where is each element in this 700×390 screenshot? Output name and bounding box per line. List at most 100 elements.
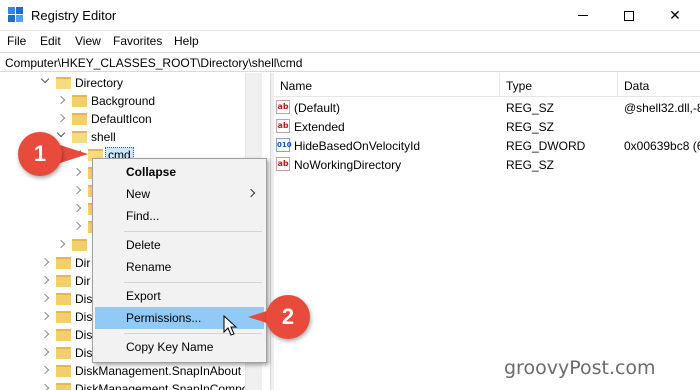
title-bar: Registry Editor ✕ xyxy=(0,0,700,31)
address-bar[interactable]: Computer\HKEY_CLASSES_ROOT\Directory\she… xyxy=(0,52,700,72)
close-button[interactable]: ✕ xyxy=(652,0,698,31)
chevron-right-icon[interactable] xyxy=(72,221,82,231)
value-type: REG_SZ xyxy=(506,101,555,115)
close-icon: ✕ xyxy=(669,7,681,23)
string-value-icon: ab xyxy=(276,157,290,171)
menu-item-rename[interactable]: Rename xyxy=(95,256,264,278)
value-row[interactable]: ab Extended REG_SZ xyxy=(274,117,700,136)
menu-item-label: Delete xyxy=(126,238,161,252)
chevron-right-icon[interactable] xyxy=(40,275,50,285)
string-value-icon: ab xyxy=(276,100,290,114)
value-row[interactable]: 010 HideBasedOnVelocityId REG_DWORD 0x00… xyxy=(274,136,700,155)
menu-item-label: Permissions... xyxy=(126,311,202,325)
value-data: @shell32.dll,-8 xyxy=(624,101,700,115)
chevron-right-icon[interactable] xyxy=(40,311,50,321)
chevron-right-icon[interactable] xyxy=(56,113,66,123)
menu-item-label: Export xyxy=(126,289,161,303)
tree-label: Directory xyxy=(75,76,124,90)
menu-favorites[interactable]: Favorites xyxy=(113,34,162,48)
tree-label: Dir xyxy=(75,274,91,288)
menu-item-copy-key-name[interactable]: Copy Key Name xyxy=(95,336,264,358)
tree-label: DefaultIcon xyxy=(91,112,152,126)
tree-label: Background xyxy=(91,94,156,108)
menu-separator xyxy=(124,282,262,283)
menu-separator xyxy=(124,231,262,232)
callout-step-2: 2 xyxy=(266,295,310,339)
menu-item-new[interactable]: New xyxy=(95,183,264,205)
chevron-right-icon[interactable] xyxy=(56,239,66,249)
folder-icon xyxy=(56,311,71,323)
menu-item-find[interactable]: Find... xyxy=(95,205,264,227)
maximize-button[interactable] xyxy=(606,0,652,31)
value-type: REG_DWORD xyxy=(506,139,586,153)
value-row[interactable]: ab (Default) REG_SZ @shell32.dll,-8 xyxy=(274,98,700,117)
column-header-data[interactable]: Data xyxy=(618,73,700,97)
chevron-right-icon[interactable] xyxy=(40,329,50,339)
menu-file[interactable]: File xyxy=(7,34,26,48)
value-name: Extended xyxy=(294,120,345,134)
chevron-right-icon[interactable] xyxy=(40,383,50,390)
column-header-name[interactable]: Name xyxy=(274,73,500,97)
menu-item-label: Copy Key Name xyxy=(126,340,214,354)
tree-label: Dir xyxy=(75,256,91,270)
chevron-right-icon[interactable] xyxy=(72,185,82,195)
value-type: REG_SZ xyxy=(506,120,555,134)
maximize-icon xyxy=(624,10,634,21)
menu-view[interactable]: View xyxy=(75,34,101,48)
folder-icon xyxy=(56,365,71,377)
value-name: HideBasedOnVelocityId xyxy=(294,139,421,153)
chevron-right-icon[interactable] xyxy=(56,95,66,105)
callout-step-1: 1 xyxy=(18,132,62,176)
menu-item-label: Find... xyxy=(126,209,160,223)
menu-item-label: Rename xyxy=(126,260,172,274)
chevron-down-icon[interactable] xyxy=(56,128,66,138)
mouse-cursor-icon xyxy=(223,315,238,336)
menu-item-export[interactable]: Export xyxy=(95,285,264,307)
folder-icon xyxy=(56,329,71,341)
value-name: (Default) xyxy=(294,101,341,115)
folder-icon xyxy=(56,293,71,305)
registry-editor-icon xyxy=(8,7,24,23)
tree-label: shell xyxy=(91,130,116,144)
folder-icon xyxy=(72,131,87,143)
menu-item-delete[interactable]: Delete xyxy=(95,234,264,256)
chevron-right-icon[interactable] xyxy=(40,257,50,267)
folder-icon xyxy=(72,95,87,107)
folder-icon xyxy=(72,113,87,125)
callout-pointer-icon xyxy=(60,145,88,163)
chevron-right-icon[interactable] xyxy=(72,203,82,213)
binary-value-icon: 010 xyxy=(276,138,292,152)
column-header-type[interactable]: Type xyxy=(500,73,618,97)
window-title: Registry Editor xyxy=(31,8,117,23)
chevron-down-icon[interactable] xyxy=(40,74,50,84)
chevron-right-icon[interactable] xyxy=(72,167,82,177)
value-row[interactable]: ab NoWorkingDirectory REG_SZ xyxy=(274,155,700,174)
menu-help[interactable]: Help xyxy=(174,34,199,48)
menu-edit[interactable]: Edit xyxy=(40,34,61,48)
watermark: groovyPost.com xyxy=(504,357,656,379)
value-name: NoWorkingDirectory xyxy=(294,158,402,172)
folder-icon xyxy=(56,77,71,89)
string-value-icon: ab xyxy=(276,119,290,133)
values-list[interactable]: Name Type Data ab (Default) REG_SZ @shel… xyxy=(274,73,700,390)
address-path[interactable]: Computer\HKEY_CLASSES_ROOT\Directory\she… xyxy=(5,56,302,70)
minimize-icon xyxy=(578,15,588,16)
folder-icon xyxy=(56,383,71,390)
tree-label: DiskManagement.SnapInAbout xyxy=(75,364,242,378)
tree-label: DiskManagement.SnapInCompo xyxy=(75,382,249,390)
context-menu: Collapse New Find... Delete Rename Expor… xyxy=(92,158,267,363)
submenu-arrow-icon xyxy=(246,188,256,198)
value-type: REG_SZ xyxy=(506,158,555,172)
menu-separator xyxy=(124,333,262,334)
minimize-button[interactable] xyxy=(560,0,606,31)
chevron-right-icon[interactable] xyxy=(40,365,50,375)
menu-item-label: New xyxy=(126,187,151,201)
menu-bar: File Edit View Favorites Help xyxy=(0,32,700,51)
menu-item-label: Collapse xyxy=(126,165,177,179)
chevron-right-icon[interactable] xyxy=(40,347,50,357)
value-data: 0x00639bc8 (6 xyxy=(624,139,700,153)
chevron-right-icon[interactable] xyxy=(40,293,50,303)
folder-icon xyxy=(72,239,87,251)
folder-icon xyxy=(56,347,71,359)
menu-item-collapse[interactable]: Collapse xyxy=(95,161,264,183)
